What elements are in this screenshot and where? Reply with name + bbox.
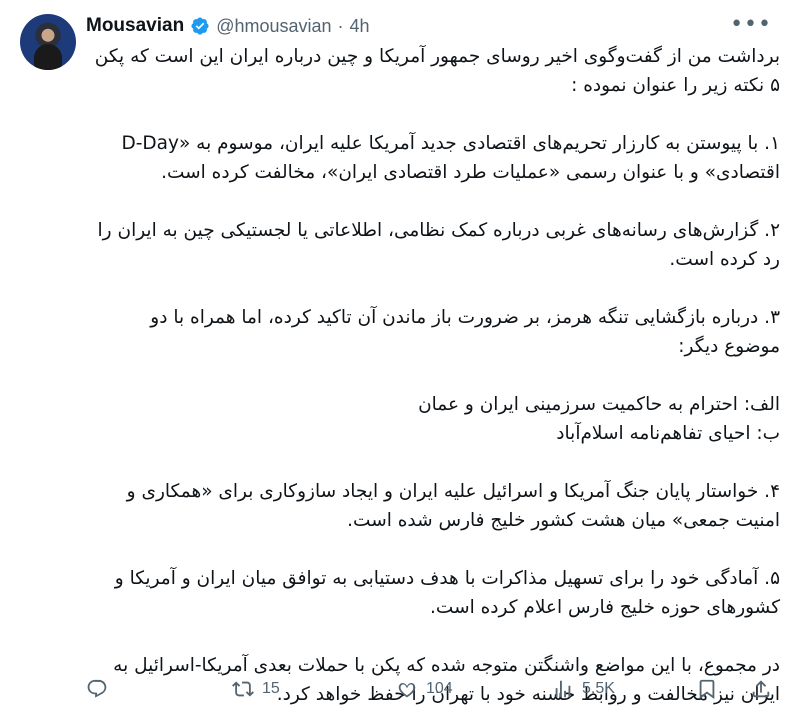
tweet-line: الف: احترام به حاکمیت سرزمینی ایران و عم… bbox=[418, 394, 780, 415]
heart-icon bbox=[398, 683, 416, 698]
views-button[interactable]: 5.5K bbox=[552, 678, 615, 700]
reply-button[interactable] bbox=[86, 678, 108, 700]
tweet-line: رد کرده است. bbox=[669, 249, 780, 270]
bookmark-button[interactable] bbox=[696, 678, 718, 700]
retweet-button[interactable]: 15 bbox=[232, 678, 280, 700]
tweet-line: موضوع دیگر: bbox=[678, 336, 780, 357]
tweet-line: ۳. درباره بازگشایی تنگه هرمز، بر ضرورت ب… bbox=[150, 307, 780, 328]
tweet-header: Mousavian @hmousavian · 4h bbox=[86, 14, 370, 38]
retweet-count: 15 bbox=[262, 680, 280, 697]
tweet-line: ب: احیای تفاهم‌نامه اسلام‌آباد bbox=[556, 423, 780, 444]
tweet-line: ۵ نکته زیر را عنوان نموده : bbox=[571, 75, 780, 96]
author-name[interactable]: Mousavian bbox=[86, 15, 184, 37]
tweet-line: اقتصادی» و با عنوان رسمی «عملیات طرد اقت… bbox=[161, 162, 780, 183]
author-handle[interactable]: @hmousavian bbox=[216, 16, 331, 37]
like-count: 104 bbox=[426, 680, 453, 697]
tweet-line: برداشت من از گفت‌وگوی اخیر روسای جمهور آ… bbox=[94, 46, 780, 67]
views-chart-icon bbox=[555, 680, 571, 698]
action-bar: 15 104 5.5K bbox=[86, 676, 776, 706]
tweet-text: برداشت من از گفت‌وگوی اخیر روسای جمهور آ… bbox=[80, 42, 780, 709]
reply-icon bbox=[87, 679, 107, 698]
share-icon bbox=[752, 680, 770, 698]
separator-dot: · bbox=[337, 15, 344, 36]
avatar[interactable] bbox=[20, 14, 76, 70]
tweet-line: ۱. با پیوستن به کارزار تحریم‌های اقتصادی… bbox=[121, 133, 781, 154]
share-button[interactable] bbox=[750, 678, 772, 700]
tweet-line: امنیت جمعی» میان هشت کشور خلیج فارس شده … bbox=[347, 510, 780, 531]
verified-badge-icon bbox=[191, 17, 209, 35]
more-options-icon[interactable]: ••• bbox=[730, 12, 772, 37]
bookmark-icon bbox=[699, 679, 715, 700]
tweet-line: ۵. آمادگی خود را برای تسهیل مذاکرات با ه… bbox=[114, 568, 780, 589]
tweet-line: کشورهای حوزه خلیج فارس اعلام کرده است. bbox=[430, 597, 780, 618]
timestamp[interactable]: 4h bbox=[350, 16, 370, 37]
tweet-line: ۲. گزارش‌های رسانه‌های غربی درباره کمک ن… bbox=[97, 220, 780, 241]
like-button[interactable]: 104 bbox=[396, 678, 453, 700]
retweet-icon bbox=[232, 681, 254, 697]
tweet-line: ۴. خواستار پایان جنگ آمریکا و اسرائیل عل… bbox=[126, 481, 780, 502]
view-count: 5.5K bbox=[582, 680, 615, 697]
